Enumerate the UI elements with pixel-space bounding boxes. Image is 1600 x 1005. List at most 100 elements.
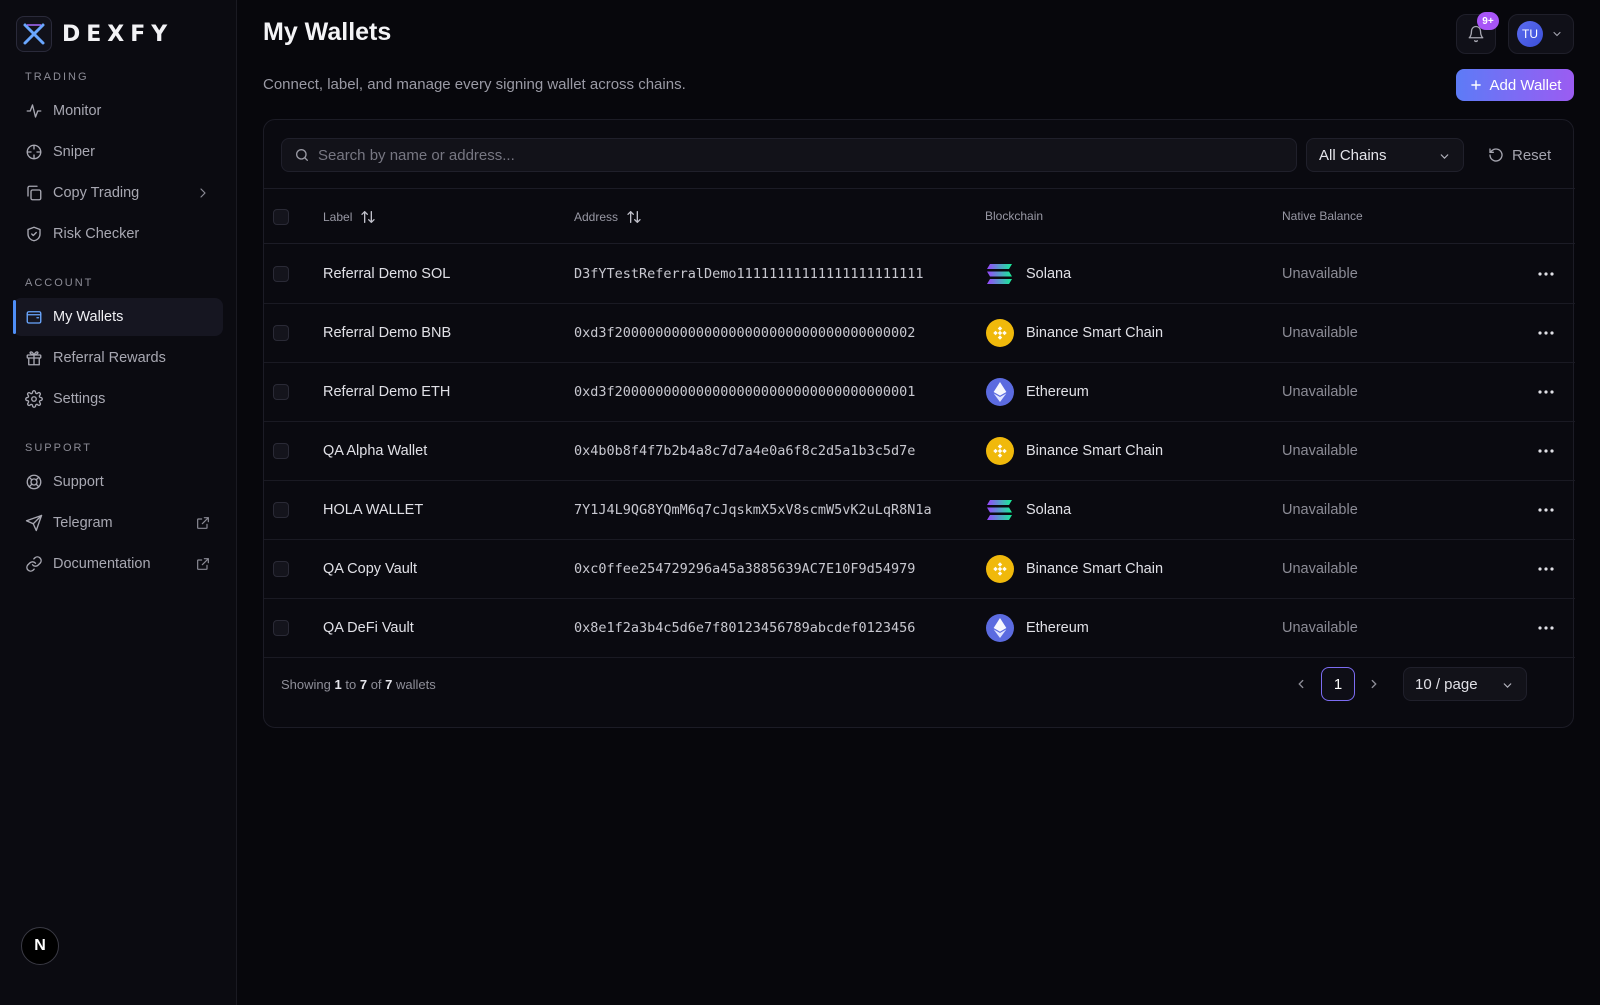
column-header-address[interactable]: Address [574, 209, 642, 225]
more-horizontal-icon [1538, 508, 1554, 512]
table-row[interactable]: HOLA WALLET 7Y1J4L9QG8YQmM6q7cJqskmX5xV8s… [264, 480, 1575, 540]
summary-range-start: 1 [334, 677, 342, 692]
bottom-n-badge[interactable]: N [21, 927, 59, 965]
row-actions-button[interactable] [1535, 558, 1557, 580]
column-header-balance: Native Balance [1282, 209, 1363, 223]
sidebar-item-label: Telegram [53, 515, 113, 531]
chevron-right-icon [200, 188, 206, 198]
row-actions-button[interactable] [1535, 322, 1557, 344]
more-horizontal-icon [1538, 626, 1554, 630]
sidebar-item-support[interactable]: Support [13, 463, 223, 501]
native-balance: Unavailable [1282, 325, 1358, 341]
wallet-address: 0xd3f20000000000000000000000000000000000… [574, 384, 916, 400]
sidebar: DEXFY TRADING Monitor Sniper Copy Trading Ri… [0, 0, 237, 1005]
wallet-chain: Ethereum [986, 598, 1089, 658]
chain-name: Binance Smart Chain [1026, 561, 1164, 577]
add-wallet-button[interactable]: Add Wallet [1456, 69, 1574, 101]
brand-logo[interactable]: DEXFY [16, 16, 173, 52]
copy-icon [27, 185, 42, 201]
native-balance: Unavailable [1282, 561, 1358, 577]
next-page-button[interactable] [1362, 667, 1386, 701]
select-all-checkbox[interactable] [273, 209, 289, 225]
sidebar-item-risk-checker[interactable]: Risk Checker [13, 215, 223, 253]
summary-suffix: wallets [396, 677, 436, 692]
row-checkbox[interactable] [273, 443, 289, 459]
table-row[interactable]: Referral Demo ETH 0xd3f200000000000000000… [264, 362, 1575, 422]
sidebar-item-my-wallets[interactable]: My Wallets [13, 298, 223, 336]
sidebar-item-sniper[interactable]: Sniper [13, 133, 223, 171]
row-actions-button[interactable] [1535, 263, 1557, 285]
row-actions-button[interactable] [1535, 440, 1557, 462]
row-actions-button[interactable] [1535, 617, 1557, 639]
more-horizontal-icon [1538, 272, 1554, 276]
row-checkbox[interactable] [273, 384, 289, 400]
sidebar-item-referral-rewards[interactable]: Referral Rewards [13, 339, 223, 377]
search-box[interactable] [281, 138, 1297, 172]
row-checkbox[interactable] [273, 620, 289, 636]
wallet-address: 0x8e1f2a3b4c5d6e7f80123456789abcdef01234… [574, 620, 916, 636]
wallet-address: 0xd3f20000000000000000000000000000000000… [574, 325, 916, 341]
wallet-chain: Solana [986, 480, 1071, 540]
wallet-chain: Ethereum [986, 362, 1089, 422]
prev-page-button[interactable] [1289, 667, 1313, 701]
chain-filter-select[interactable]: All Chains [1306, 138, 1464, 172]
bnb-icon [986, 437, 1014, 465]
table-row[interactable]: QA Copy Vault 0xc0ffee254729296a45a388563… [264, 539, 1575, 599]
nav-section-title: SUPPORT [25, 442, 92, 454]
table-row[interactable]: Referral Demo BNB 0xd3f200000000000000000… [264, 303, 1575, 363]
chain-name: Solana [1026, 502, 1072, 518]
row-checkbox[interactable] [273, 266, 289, 282]
row-checkbox[interactable] [273, 325, 289, 341]
summary-prefix: Showing [281, 677, 331, 692]
gear-icon [25, 390, 43, 408]
wallet-label: Referral Demo BNB [323, 325, 452, 341]
table-row[interactable]: Referral Demo SOL D3fYTestReferralDemo111… [264, 244, 1575, 304]
row-actions-button[interactable] [1535, 499, 1557, 521]
native-balance: Unavailable [1282, 266, 1358, 282]
more-horizontal-icon [1538, 331, 1554, 335]
sort-icon[interactable] [626, 209, 642, 225]
wallet-address: 0xc0ffee254729296a45a3885639AC7E10F9d549… [574, 561, 916, 577]
wallet-label: QA DeFi Vault [323, 620, 414, 636]
column-header-label[interactable]: Label [323, 209, 376, 225]
sidebar-item-label: Documentation [53, 556, 151, 572]
nav-section-title: ACCOUNT [25, 277, 94, 289]
native-balance: Unavailable [1282, 443, 1358, 459]
native-balance: Unavailable [1282, 620, 1358, 636]
more-horizontal-icon [1538, 567, 1554, 571]
sidebar-item-copy-trading[interactable]: Copy Trading [13, 174, 223, 212]
ethereum-icon [986, 614, 1014, 642]
wallet-chain: Binance Smart Chain [986, 303, 1163, 363]
page-subtitle: Connect, label, and manage every signing… [263, 76, 686, 93]
sidebar-item-monitor[interactable]: Monitor [13, 92, 223, 130]
sort-icon[interactable] [360, 209, 376, 225]
dexfy-logo-icon [16, 16, 52, 52]
search-input[interactable] [318, 146, 1278, 164]
user-menu-button[interactable]: TU [1508, 14, 1574, 54]
reset-button[interactable]: Reset [1480, 138, 1559, 172]
column-blockchain-text: Blockchain [985, 209, 1044, 223]
row-checkbox[interactable] [273, 561, 289, 577]
reset-icon [1489, 148, 1503, 162]
sidebar-item-settings[interactable]: Settings [13, 380, 223, 418]
summary-range-end: 7 [359, 677, 368, 692]
sidebar-item-telegram[interactable]: Telegram [13, 504, 223, 542]
table-row[interactable]: QA DeFi Vault 0x8e1f2a3b4c5d6e7f801234567… [264, 598, 1575, 658]
chevron-right-icon [1371, 679, 1377, 689]
chain-filter-value: All Chains [1319, 146, 1387, 164]
sidebar-item-documentation[interactable]: Documentation [13, 545, 223, 583]
page-button-current[interactable]: 1 [1321, 667, 1355, 701]
chain-name: Ethereum [1026, 384, 1089, 400]
wallet-label: Referral Demo SOL [323, 266, 451, 282]
external-link-icon [197, 517, 209, 529]
wallet-label: QA Copy Vault [323, 561, 418, 577]
solana-icon [986, 496, 1014, 524]
table-row[interactable]: QA Alpha Wallet 0x4b0b8f4f7b2b4a8c7d7a4e0… [264, 421, 1575, 481]
sidebar-item-label: Monitor [53, 103, 102, 119]
page-size-select[interactable]: 10 / page [1403, 667, 1527, 701]
row-checkbox[interactable] [273, 502, 289, 518]
nav-section-account: ACCOUNT My Wallets Referral Rewards Setting… [0, 274, 237, 421]
pagination-summary: Showing 1 to 7 of 7 wallets [281, 677, 436, 692]
row-actions-button[interactable] [1535, 381, 1557, 403]
column-label-text: Label [323, 210, 353, 224]
